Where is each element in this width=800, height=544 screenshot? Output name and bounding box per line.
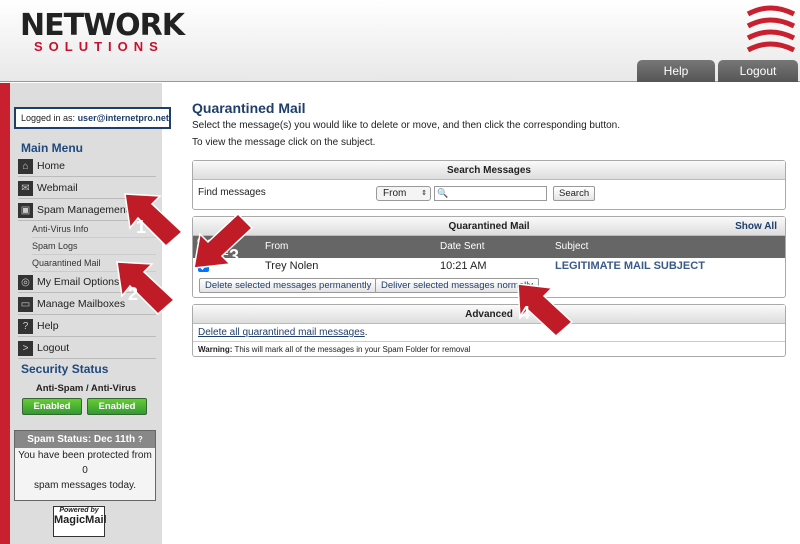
user-email: user@internetpro.net <box>77 113 169 123</box>
logout-icon: > <box>18 340 33 356</box>
envelope-icon: ✉ <box>18 180 33 196</box>
sidebar-subitem-spam-logs[interactable]: Spam Logs <box>32 238 156 255</box>
sidebar-item-my-email-options[interactable]: ◎ My Email Options <box>18 272 156 293</box>
anti-spam-enabled-badge: Enabled <box>22 398 82 415</box>
table-row: Trey Nolen 10:21 AM LEGITIMATE MAIL SUBJ… <box>193 258 785 275</box>
options-icon: ◎ <box>18 274 33 290</box>
search-button[interactable]: Search <box>553 186 596 201</box>
spam-count: 0 <box>82 465 88 476</box>
instructions-2: To view the message click on the subject… <box>192 137 376 148</box>
page-title: Quarantined Mail <box>192 100 306 116</box>
check-uncheck-link[interactable]: Check / Uncheck <box>197 237 228 255</box>
network-solutions-logo: NETWORK SOLUTIONS <box>20 8 185 54</box>
search-messages-panel: Search Messages Find messages From ⇕ 🔍 Se… <box>192 160 786 210</box>
magicmail-logo: Powered by MagicMail <box>53 506 107 537</box>
search-icon: 🔍 <box>437 188 449 198</box>
mailbox-icon: ▭ <box>18 296 33 312</box>
quarantined-header: Quarantined Mail Show All <box>193 217 785 236</box>
column-subject[interactable]: Subject <box>555 241 588 252</box>
security-subheading: Anti-Spam / Anti-Virus <box>35 383 137 394</box>
magicmail-text: MagicMail <box>54 514 107 526</box>
search-input[interactable]: 🔍 <box>434 186 547 201</box>
sidebar-subitem-anti-virus-info[interactable]: Anti-Virus Info <box>32 221 156 238</box>
spam-status-box: Spam Status: Dec 11th ? You have been pr… <box>14 430 156 501</box>
sidebar-item-label: Home <box>37 160 66 172</box>
sidebar-item-label: Spam Management <box>37 204 129 216</box>
delete-selected-button[interactable]: Delete selected messages permanently <box>199 278 378 293</box>
advanced-panel: Advanced Delete all quarantined mail mes… <box>192 304 786 357</box>
instructions-1: Select the message(s) you would like to … <box>192 120 621 131</box>
sidebar-item-label: Help <box>37 320 59 332</box>
sidebar-item-logout[interactable]: > Logout <box>18 338 156 359</box>
quarantined-header-text: Quarantined Mail <box>448 221 530 232</box>
column-from[interactable]: From <box>265 241 288 252</box>
spam-line1: You have been protected from <box>18 450 152 461</box>
tab-help[interactable]: Help <box>637 60 715 82</box>
updown-icon: ⇕ <box>421 190 427 197</box>
warning-text: This will mark all of the messages in yo… <box>234 345 471 354</box>
info-icon[interactable]: ? <box>138 435 143 444</box>
sidebar-item-manage-mailboxes[interactable]: ▭ Manage Mailboxes <box>18 294 156 315</box>
find-messages-label: Find messages <box>198 187 266 198</box>
security-status-heading: Security Status <box>21 362 109 376</box>
column-date-sent[interactable]: Date Sent <box>440 241 484 252</box>
spam-status-title: Spam Status: Dec 11th ? <box>15 431 155 448</box>
spam-line2: spam messages today. <box>33 480 137 491</box>
sidebar-item-label: Manage Mailboxes <box>37 298 126 310</box>
red-strip <box>0 83 10 544</box>
main-menu-heading: Main Menu <box>21 141 83 155</box>
spam-status-title-text: Spam Status: Dec 11th <box>27 434 136 445</box>
advanced-header: Advanced <box>193 305 785 324</box>
powered-by-text: Powered by <box>59 507 99 514</box>
sidebar-item-label: Webmail <box>37 182 78 194</box>
sidebar-item-spam-management[interactable]: ▣ Spam Management <box>18 200 156 221</box>
quarantined-mail-panel: Quarantined Mail Show All Check / Uncheck… <box>192 216 786 298</box>
sidebar-item-label: Logout <box>37 342 70 354</box>
row-date: 10:21 AM <box>440 260 487 272</box>
search-header: Search Messages <box>193 161 785 180</box>
show-all-link[interactable]: Show All <box>735 217 777 236</box>
anti-virus-enabled-badge: Enabled <box>87 398 147 415</box>
home-icon: ⌂ <box>18 158 33 174</box>
row-subject-link[interactable]: LEGITIMATE MAIL SUBJECT <box>555 260 705 272</box>
warning-label: Warning: <box>198 345 233 354</box>
sidebar-item-home[interactable]: ⌂ Home <box>18 156 156 177</box>
sidebar-item-help[interactable]: ? Help <box>18 316 156 337</box>
main-content: Quarantined Mail Select the message(s) y… <box>192 100 786 357</box>
select-value: From <box>383 188 407 199</box>
sidebar-item-webmail[interactable]: ✉ Webmail <box>18 178 156 199</box>
sidebar-item-label: My Email Options <box>37 276 120 288</box>
row-from: Trey Nolen <box>265 260 319 272</box>
header: NETWORK SOLUTIONS Help Logout <box>0 0 800 82</box>
logo-text: NETWORK <box>20 8 185 43</box>
search-field-select[interactable]: From ⇕ <box>376 186 431 201</box>
column-headers: Check / Uncheck From Date Sent Subject <box>193 236 785 258</box>
deliver-selected-button[interactable]: Deliver selected messages normally <box>375 278 540 293</box>
question-icon: ? <box>18 318 33 334</box>
lock-icon: ▣ <box>18 202 33 218</box>
logo-subtext: SOLUTIONS <box>34 39 164 54</box>
logged-in-box: Logged in as: user@internetpro.net <box>14 107 171 129</box>
sidebar: Logged in as: user@internetpro.net Main … <box>10 83 171 544</box>
logged-in-label: Logged in as: <box>21 113 76 123</box>
row-checkbox[interactable] <box>198 261 209 272</box>
tab-logout[interactable]: Logout <box>718 60 798 82</box>
logo-waves-icon <box>746 5 796 53</box>
delete-all-link[interactable]: Delete all quarantined mail messages <box>198 327 365 338</box>
sidebar-subitem-quarantined-mail[interactable]: Quarantined Mail <box>32 255 156 272</box>
